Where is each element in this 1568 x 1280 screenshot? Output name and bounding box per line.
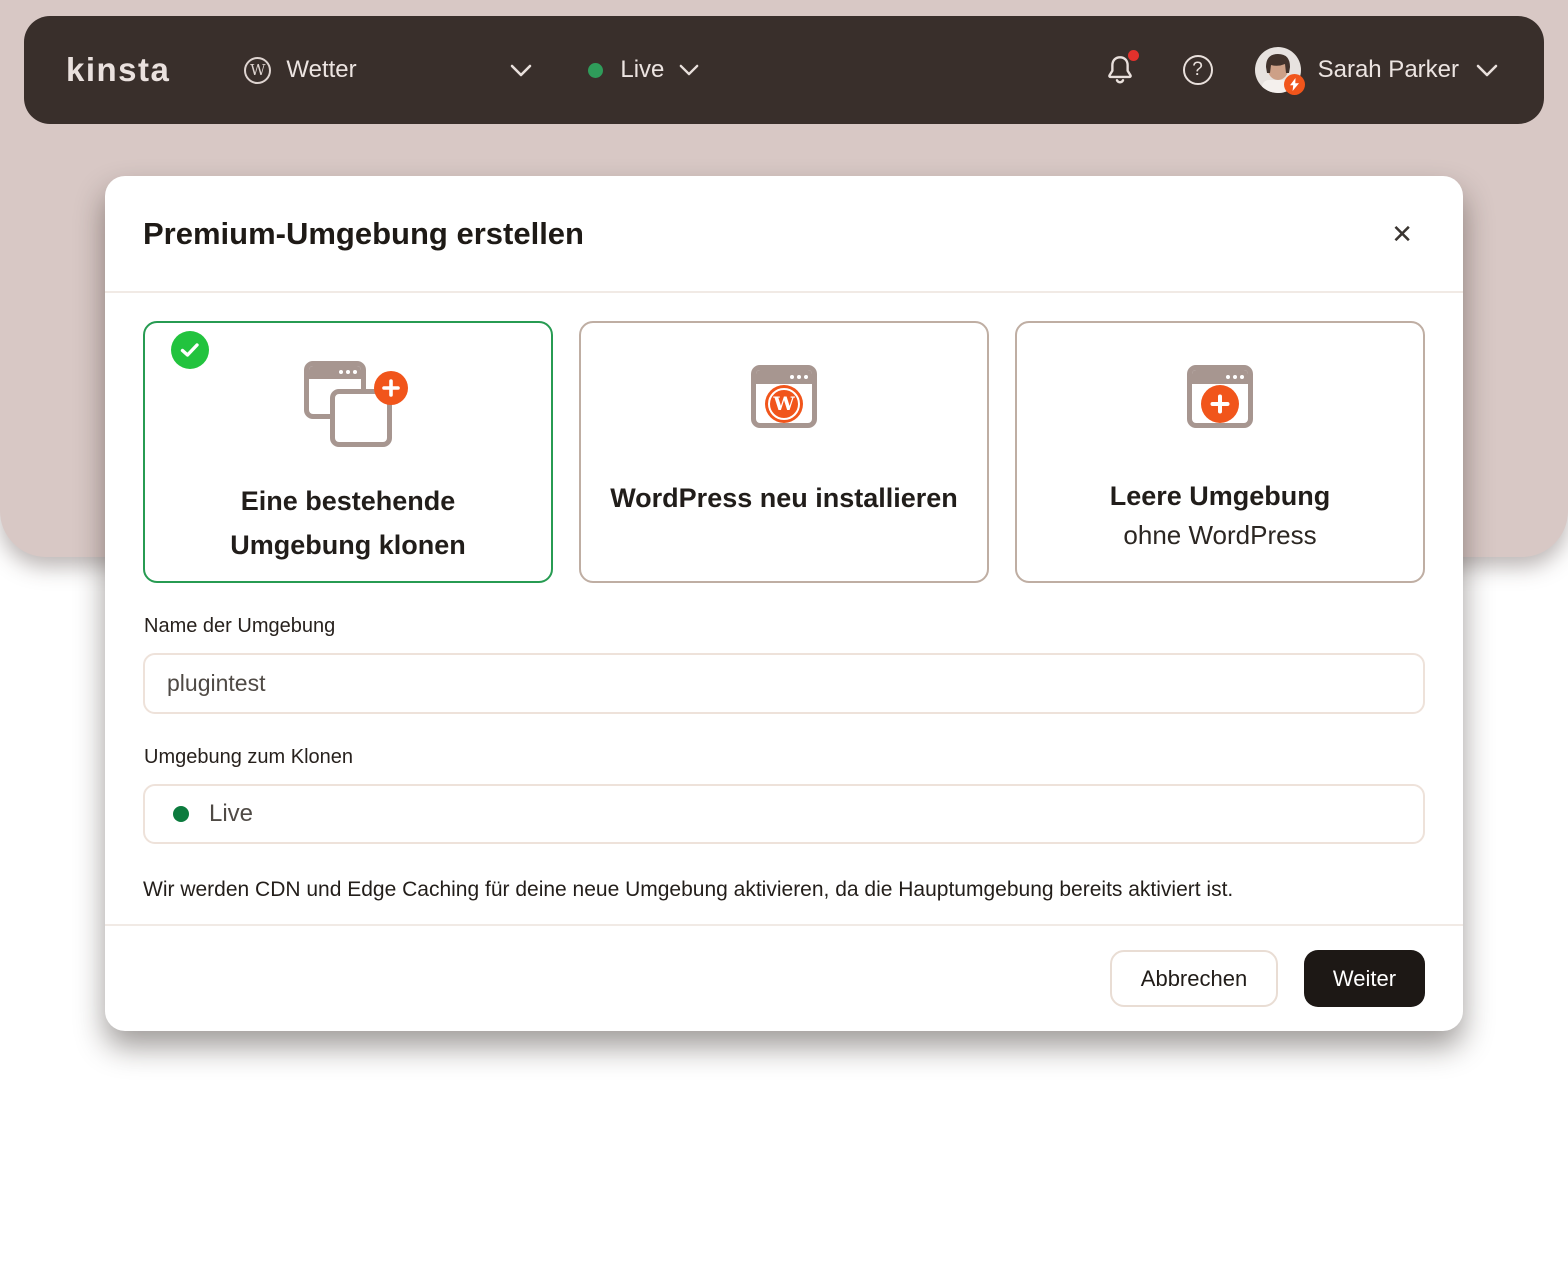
create-premium-environment-modal: Premium-Umgebung erstellen ✕ Eine besteh… [105, 176, 1463, 1031]
empty-window-icon [1187, 365, 1253, 428]
environment-option-cards: Eine bestehende Umgebung klonen W WordPr… [143, 321, 1425, 583]
option-card-clone-environment[interactable]: Eine bestehende Umgebung klonen [143, 321, 553, 583]
modal-footer: Abbrechen Weiter [105, 924, 1463, 1031]
navbar-right-group: ? Sarah Parker [1105, 47, 1498, 95]
modal-header: Premium-Umgebung erstellen ✕ [105, 176, 1463, 293]
cdn-info-text: Wir werden CDN und Edge Caching für dein… [143, 878, 1234, 901]
option-card-empty-environment[interactable]: Leere Umgebung ohne WordPress [1015, 321, 1425, 583]
clone-source-select[interactable]: Live [143, 784, 1425, 844]
site-selector-label: Wetter [286, 56, 357, 83]
environment-status-dot [588, 62, 604, 78]
option-sublabel: ohne WordPress [1123, 520, 1317, 550]
environment-label: Live [620, 56, 665, 83]
option-card-install-wordpress[interactable]: W WordPress neu installieren [579, 321, 989, 583]
modal-body: Eine bestehende Umgebung klonen W WordPr… [105, 293, 1463, 902]
wordpress-window-icon: W [751, 365, 817, 428]
chevron-down-icon [680, 64, 699, 76]
clone-windows-icon [296, 361, 408, 457]
environment-selector-dropdown[interactable]: Live [588, 56, 699, 84]
next-button[interactable]: Weiter [1304, 950, 1425, 1007]
clone-source-value: Live [209, 800, 254, 827]
help-button[interactable]: ? [1182, 55, 1213, 85]
chevron-down-icon[interactable] [1476, 64, 1498, 77]
user-name: Sarah Parker [1317, 56, 1459, 83]
user-avatar[interactable] [1254, 47, 1305, 95]
modal-title: Premium-Umgebung erstellen [143, 215, 584, 251]
top-navbar: kinsta W Wetter Live ? Sarah Parker [24, 16, 1544, 124]
question-mark-icon: ? [1192, 59, 1203, 80]
site-selector-dropdown[interactable]: W Wetter [244, 56, 532, 84]
option-label: WordPress neu installieren [610, 483, 958, 513]
close-icon: ✕ [1391, 218, 1413, 249]
notification-badge [1127, 50, 1139, 61]
environment-name-label: Name der Umgebung [144, 615, 336, 637]
option-label: Eine bestehende Umgebung klonen [230, 486, 466, 560]
plus-badge-icon [374, 371, 408, 405]
close-button[interactable]: ✕ [1387, 217, 1417, 251]
option-label: Leere Umgebung [1109, 481, 1331, 511]
kinsta-logo: kinsta [66, 51, 171, 88]
chevron-down-icon [511, 64, 532, 76]
check-icon [171, 331, 209, 369]
lightning-badge-icon [1283, 74, 1305, 95]
wordpress-logo-icon: W [765, 384, 803, 423]
clone-source-label: Umgebung zum Klonen [144, 746, 354, 768]
plus-circle-icon [1201, 384, 1239, 423]
notifications-button[interactable] [1105, 50, 1139, 87]
cancel-button[interactable]: Abbrechen [1110, 950, 1278, 1007]
live-status-dot [173, 806, 189, 822]
wordpress-icon: W [244, 56, 272, 84]
environment-name-input[interactable] [143, 653, 1425, 714]
